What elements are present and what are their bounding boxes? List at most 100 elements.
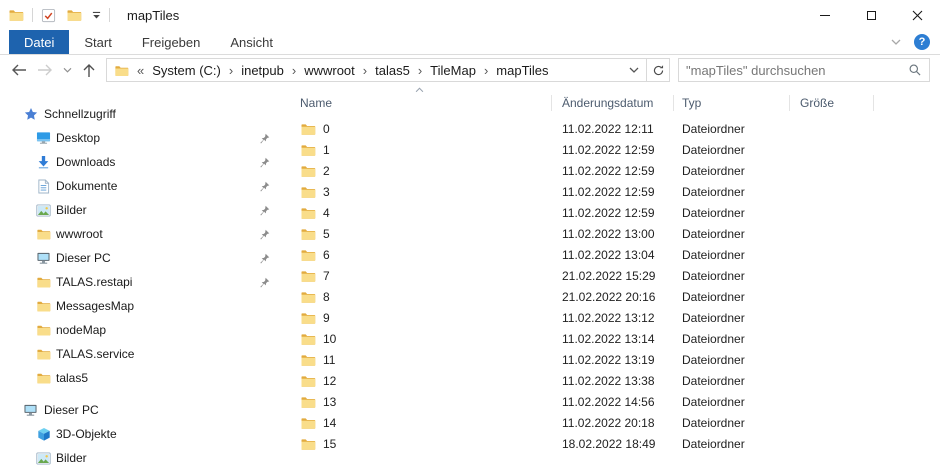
sidebar-item-messagesmap[interactable]: MessagesMap: [0, 294, 283, 318]
breadcrumb-overflow[interactable]: «: [137, 63, 144, 78]
tab-start[interactable]: Start: [69, 30, 126, 54]
sidebar-item-talas-service[interactable]: TALAS.service: [0, 342, 283, 366]
breadcrumb-separator-icon: ›: [418, 63, 422, 78]
table-row[interactable]: 511.02.2022 13:00Dateiordner: [283, 223, 940, 244]
tab-ansicht[interactable]: Ansicht: [215, 30, 288, 54]
maximize-button[interactable]: [848, 0, 894, 30]
column-header-name[interactable]: Name: [283, 90, 552, 116]
table-row[interactable]: 211.02.2022 12:59Dateiordner: [283, 160, 940, 181]
breadcrumb-item-maptiles[interactable]: mapTiles: [496, 63, 548, 78]
column-header-gr-e[interactable]: Größe: [790, 90, 874, 116]
search-input[interactable]: [686, 63, 908, 78]
address-dropdown-icon[interactable]: [629, 66, 639, 74]
file-modified-cell: 21.02.2022 20:16: [552, 290, 674, 304]
sidebar-item-talas-restapi[interactable]: TALAS.restapi: [0, 270, 283, 294]
pin-icon: [259, 229, 270, 240]
window-controls: [802, 0, 940, 30]
address-folder-icon: [114, 63, 129, 78]
tab-freigeben[interactable]: Freigeben: [127, 30, 216, 54]
folder-icon: [36, 275, 51, 290]
table-row[interactable]: 1411.02.2022 20:18Dateiordner: [283, 412, 940, 433]
file-name: 6: [323, 248, 330, 262]
sidebar-item-wwwroot[interactable]: wwwroot: [0, 222, 283, 246]
pin-icon: [259, 253, 270, 264]
file-name-cell: 14: [283, 415, 552, 431]
table-row[interactable]: 311.02.2022 12:59Dateiordner: [283, 181, 940, 202]
sidebar-section-label: Dieser PC: [44, 403, 99, 417]
file-type-cell: Dateiordner: [674, 185, 790, 199]
table-row[interactable]: 011.02.2022 12:11Dateiordner: [283, 118, 940, 139]
breadcrumb-item-wwwroot[interactable]: wwwroot: [304, 63, 355, 78]
close-icon: [912, 10, 923, 21]
properties-check-icon[interactable]: [41, 8, 56, 23]
table-row[interactable]: 1111.02.2022 13:19Dateiordner: [283, 349, 940, 370]
sidebar-item-bilder[interactable]: Bilder: [0, 198, 283, 222]
folder-icon: [300, 205, 316, 221]
sidebar-section-dieser-pc[interactable]: Dieser PC: [0, 398, 283, 422]
search-icon[interactable]: [908, 63, 922, 77]
sidebar-item-nodemap[interactable]: nodeMap: [0, 318, 283, 342]
folder-icon: [300, 415, 316, 431]
tab-datei[interactable]: Datei: [9, 30, 69, 54]
sidebar-item-3d-objekte[interactable]: 3D-Objekte: [0, 422, 283, 446]
pin-icon: [259, 181, 270, 192]
close-button[interactable]: [894, 0, 940, 30]
back-button[interactable]: [6, 63, 32, 77]
sidebar-section-schnellzugriff[interactable]: Schnellzugriff: [0, 102, 283, 126]
ribbon-collapse-icon[interactable]: [891, 38, 901, 46]
file-name: 0: [323, 122, 330, 136]
column-header-nderungsdatum[interactable]: Änderungsdatum: [552, 90, 674, 116]
file-name-cell: 7: [283, 268, 552, 284]
window-title: mapTiles: [127, 8, 179, 23]
table-row[interactable]: 411.02.2022 12:59Dateiordner: [283, 202, 940, 223]
refresh-button[interactable]: [647, 58, 670, 82]
sidebar-item-bilder[interactable]: Bilder: [0, 446, 283, 470]
search-box[interactable]: [678, 58, 930, 82]
ribbon-tab-bar: DateiStartFreigebenAnsicht ?: [0, 30, 940, 55]
file-name: 1: [323, 143, 330, 157]
file-modified-cell: 21.02.2022 15:29: [552, 269, 674, 283]
ribbon-tabbar-right: ?: [891, 30, 940, 54]
column-header-typ[interactable]: Typ: [674, 90, 790, 116]
table-row[interactable]: 821.02.2022 20:16Dateiordner: [283, 286, 940, 307]
file-modified-cell: 11.02.2022 13:19: [552, 353, 674, 367]
table-row[interactable]: 1518.02.2022 18:49Dateiordner: [283, 433, 940, 454]
recent-locations-icon[interactable]: [58, 67, 76, 74]
file-type-cell: Dateiordner: [674, 311, 790, 325]
sidebar-item-dieser-pc[interactable]: Dieser PC: [0, 246, 283, 270]
breadcrumb-item-inetpub[interactable]: inetpub: [241, 63, 284, 78]
table-row[interactable]: 1211.02.2022 13:38Dateiordner: [283, 370, 940, 391]
file-type-cell: Dateiordner: [674, 353, 790, 367]
breadcrumb-item-tilemap[interactable]: TileMap: [430, 63, 476, 78]
help-icon[interactable]: ?: [914, 34, 930, 50]
breadcrumb-item-system-c[interactable]: System (C:): [152, 63, 221, 78]
file-type-cell: Dateiordner: [674, 122, 790, 136]
address-bar-group: « System (C:)›inetpub›wwwroot›talas5›Til…: [106, 58, 670, 82]
file-name: 14: [323, 416, 336, 430]
file-type-cell: Dateiordner: [674, 290, 790, 304]
forward-button[interactable]: [32, 63, 58, 77]
sidebar-item-desktop[interactable]: Desktop: [0, 126, 283, 150]
table-row[interactable]: 911.02.2022 13:12Dateiordner: [283, 307, 940, 328]
up-button[interactable]: [76, 63, 102, 78]
table-row[interactable]: 111.02.2022 12:59Dateiordner: [283, 139, 940, 160]
sidebar-item-dokumente[interactable]: Dokumente: [0, 174, 283, 198]
sidebar-item-talas5[interactable]: talas5: [0, 366, 283, 390]
new-folder-icon[interactable]: [66, 7, 82, 23]
breadcrumb-separator-icon: ›: [484, 63, 488, 78]
file-type-cell: Dateiordner: [674, 227, 790, 241]
qat-customize-icon[interactable]: [92, 11, 101, 20]
ribbon-tabs: DateiStartFreigebenAnsicht: [9, 30, 288, 54]
quick-access-toolbar: [41, 7, 101, 23]
table-row[interactable]: 721.02.2022 15:29Dateiordner: [283, 265, 940, 286]
table-row[interactable]: 1311.02.2022 14:56Dateiordner: [283, 391, 940, 412]
downloads-icon: [36, 155, 51, 170]
breadcrumb-item-talas5[interactable]: talas5: [375, 63, 410, 78]
address-bar[interactable]: « System (C:)›inetpub›wwwroot›talas5›Til…: [106, 58, 647, 82]
minimize-button[interactable]: [802, 0, 848, 30]
sidebar-item-downloads[interactable]: Downloads: [0, 150, 283, 174]
table-row[interactable]: 1011.02.2022 13:14Dateiordner: [283, 328, 940, 349]
file-modified-cell: 11.02.2022 13:38: [552, 374, 674, 388]
file-name-cell: 5: [283, 226, 552, 242]
table-row[interactable]: 611.02.2022 13:04Dateiordner: [283, 244, 940, 265]
